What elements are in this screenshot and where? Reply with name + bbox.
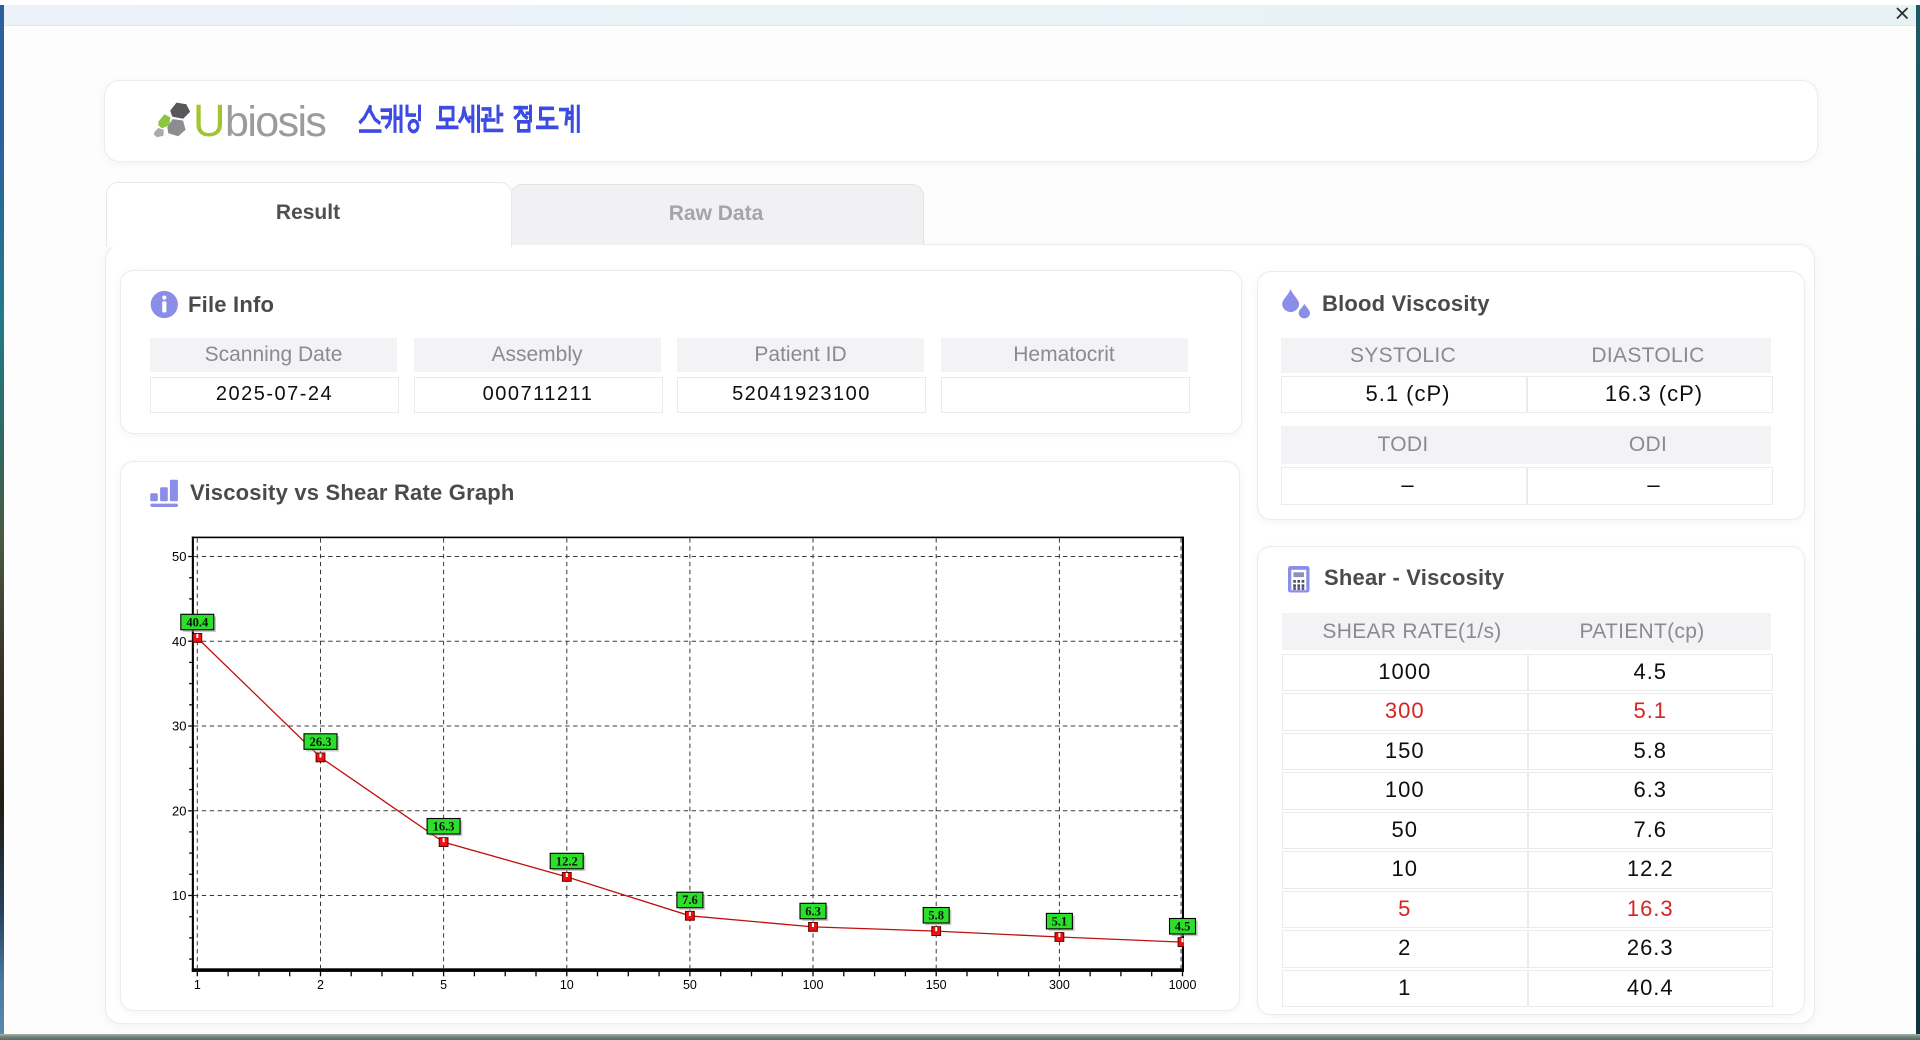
svg-text:U: U (193, 95, 226, 146)
svg-text:biosis: biosis (225, 98, 325, 146)
